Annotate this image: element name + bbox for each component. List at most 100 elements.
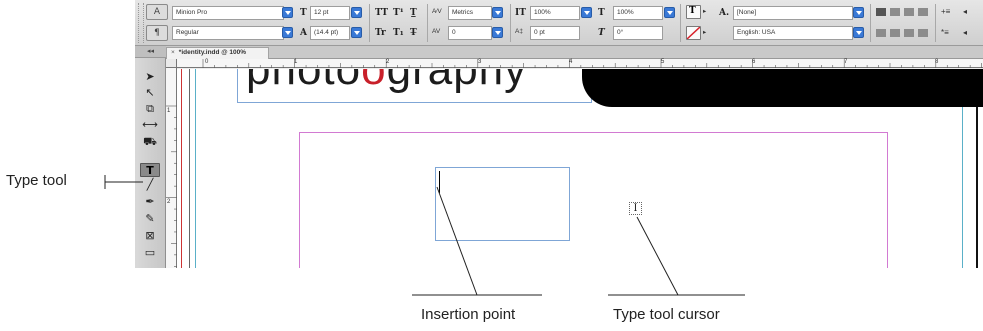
font-style-dropdown-icon[interactable]: [282, 27, 293, 38]
superscript-icon[interactable]: T¹: [393, 7, 404, 19]
page-tool-icon[interactable]: ⧉: [140, 102, 160, 116]
ruler-number: 4: [569, 59, 573, 65]
ruler-ticks: [202, 59, 982, 68]
content-collector-tool-icon[interactable]: ⛟: [140, 135, 160, 149]
leading-dropdown-icon[interactable]: [351, 27, 362, 38]
character-style-dropdown-icon[interactable]: [853, 7, 864, 18]
direct-selection-tool-icon[interactable]: ↖: [140, 86, 160, 100]
justify-center-icon[interactable]: [890, 29, 900, 37]
fill-color-button[interactable]: T: [686, 5, 701, 19]
text-frame[interactable]: [435, 167, 570, 241]
horizontal-scale-dropdown-icon[interactable]: [664, 7, 675, 18]
stroke-arrow-icon[interactable]: ▸: [703, 27, 706, 39]
ruler-ticks: [166, 105, 177, 267]
horizontal-ruler[interactable]: 0 1 2 3 4 5 6 7 8: [177, 59, 983, 68]
page-edge: [189, 69, 190, 268]
gap-tool-icon[interactable]: ⟷: [140, 118, 160, 132]
type-tool-callout: Type tool: [6, 172, 67, 189]
vertical-scale-icon: IT: [515, 8, 526, 18]
tracking-field[interactable]: 0: [448, 26, 492, 40]
justify-all-icon[interactable]: [918, 29, 928, 37]
horizontal-scale-icon: T: [598, 8, 605, 18]
ruler-origin[interactable]: [166, 59, 177, 68]
ruler-number: 0: [205, 59, 209, 65]
kerning-field[interactable]: Metrics: [448, 6, 492, 20]
insertion-point-callout: Insertion point: [421, 306, 516, 323]
pencil-tool-icon[interactable]: ✎: [140, 212, 160, 226]
ruler-number: 5: [661, 59, 665, 65]
ruler-number: 2: [386, 59, 390, 65]
align-left-icon[interactable]: [876, 8, 886, 16]
small-caps-icon[interactable]: Tr: [375, 27, 386, 39]
justify-right-icon[interactable]: [904, 29, 914, 37]
ruler-number: 1: [167, 108, 171, 114]
fill-arrow-icon[interactable]: ▸: [703, 6, 706, 18]
type-tool-cursor-callout: Type tool cursor: [613, 306, 720, 323]
font-family-dropdown-icon[interactable]: [282, 7, 293, 18]
font-style-field[interactable]: Regular: [172, 26, 284, 40]
document-tab[interactable]: × *identity.indd @ 100%: [166, 47, 269, 59]
first-line-indent-icon[interactable]: *≡: [941, 27, 949, 39]
left-indent-stepper-icon[interactable]: ◂: [963, 6, 967, 18]
logo-text-part: photo: [246, 69, 362, 94]
leading-icon: A: [300, 28, 307, 38]
strikethrough-icon[interactable]: T̶: [410, 27, 417, 39]
language-dropdown-icon[interactable]: [853, 27, 864, 38]
font-size-dropdown-icon[interactable]: [351, 7, 362, 18]
skew-field[interactable]: 0°: [613, 26, 663, 40]
tracking-dropdown-icon[interactable]: [492, 27, 503, 38]
stroke-color-button[interactable]: [686, 26, 701, 40]
panel-grip[interactable]: [138, 3, 144, 43]
close-tab-icon[interactable]: ×: [171, 49, 175, 56]
justify-left-icon[interactable]: [876, 29, 886, 37]
slug-guide: [195, 69, 196, 268]
align-justify-icon[interactable]: [918, 8, 928, 16]
vertical-scale-field[interactable]: 100%: [530, 6, 580, 20]
character-style-field[interactable]: [None]: [733, 6, 853, 20]
rectangle-frame-tool-icon[interactable]: ⊠: [140, 229, 160, 243]
ruler-number: 1: [294, 59, 298, 65]
ruler-number: 8: [935, 59, 939, 65]
left-indent-icon[interactable]: +≡: [941, 6, 950, 18]
separator: [935, 4, 936, 42]
document-tab-bar: × *identity.indd @ 100%: [166, 46, 983, 59]
logo-text: photoography: [246, 69, 527, 95]
subscript-icon[interactable]: T₁: [393, 27, 404, 39]
none-swatch-icon: [687, 27, 700, 39]
control-panel: A ¶ Minion Pro Regular T 12 pt A (14.4 p…: [135, 0, 983, 46]
underline-icon[interactable]: T̲: [410, 7, 417, 19]
horizontal-scale-field[interactable]: 100%: [613, 6, 663, 20]
separator: [427, 4, 428, 42]
rectangle-tool-icon[interactable]: ▭: [140, 246, 160, 260]
logo-red-o: o: [361, 69, 387, 94]
font-size-field[interactable]: 12 pt: [310, 6, 350, 20]
vertical-ruler[interactable]: 1 2: [166, 68, 177, 268]
first-line-stepper-icon[interactable]: ◂: [963, 27, 967, 39]
all-caps-icon[interactable]: TT: [375, 7, 388, 19]
kerning-dropdown-icon[interactable]: [492, 7, 503, 18]
selection-tool-icon[interactable]: ➤: [140, 70, 160, 84]
font-family-field[interactable]: Minion Pro: [172, 6, 284, 20]
black-banner-shape[interactable]: [582, 69, 983, 107]
align-center-icon[interactable]: [890, 8, 900, 16]
fill-text-icon: T: [689, 6, 696, 16]
pen-tool-icon[interactable]: ✒: [140, 195, 160, 209]
ruler-number: 7: [844, 59, 848, 65]
type-tool-icon[interactable]: T: [140, 163, 160, 177]
line-tool-icon[interactable]: ╱: [140, 178, 160, 192]
character-mode-button[interactable]: A: [146, 4, 168, 20]
ruler-number: 3: [478, 59, 482, 65]
document-canvas[interactable]: photoography I: [177, 69, 983, 268]
skew-icon: T: [598, 28, 605, 38]
language-field[interactable]: English: USA: [733, 26, 853, 40]
tracking-icon: AV: [432, 28, 441, 35]
vertical-scale-dropdown-icon[interactable]: [581, 7, 592, 18]
character-style-icon: A.: [719, 8, 730, 18]
align-right-icon[interactable]: [904, 8, 914, 16]
leading-field[interactable]: (14.4 pt): [310, 26, 350, 40]
tools-collapse-icon[interactable]: ◂◂: [135, 46, 166, 58]
tools-panel: ◂◂ ➤ ↖ ⧉ ⟷ ⛟ T ╱ ✒ ✎ ⊠ ▭: [135, 46, 166, 268]
baseline-shift-field[interactable]: 0 pt: [530, 26, 580, 40]
paragraph-mode-button[interactable]: ¶: [146, 25, 168, 41]
logo-text-frame[interactable]: photoography: [237, 69, 592, 103]
